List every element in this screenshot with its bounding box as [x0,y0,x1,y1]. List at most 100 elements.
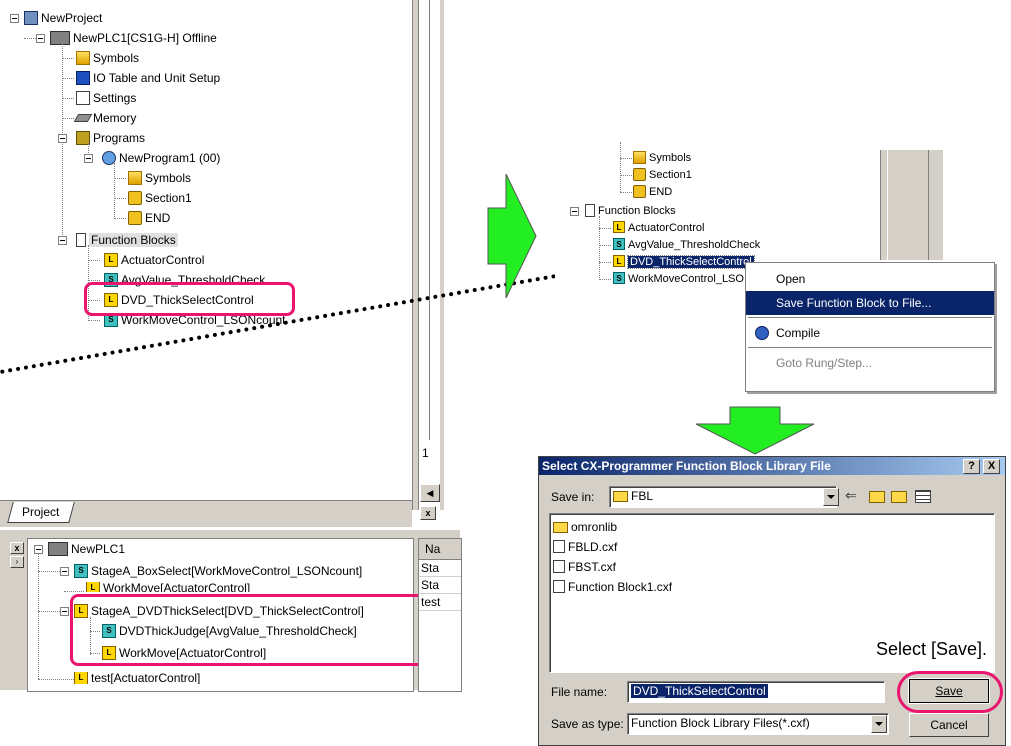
tree-label: Function Blocks [89,233,178,247]
tree-label: NewProject [41,11,103,25]
instance-close-button[interactable]: x [10,542,24,554]
cancel-button[interactable]: Cancel [909,713,989,737]
instance-root[interactable]: NewPLC1 [48,540,125,558]
end-section-icon [633,184,646,198]
end-section-icon [128,210,142,225]
name-cell: test [419,594,461,611]
instance-item[interactable]: Ltest[ActuatorControl] [74,672,200,684]
expander-program1[interactable] [84,154,93,163]
menu-item-open[interactable]: Open [746,267,994,291]
save-as-type-dropdown-arrow[interactable] [871,715,887,733]
symbols-icon [76,50,90,65]
view-menu-icon[interactable] [915,490,931,503]
folder-icon [613,491,628,503]
panel-close-button[interactable]: x [420,506,436,520]
tree-item-symbols[interactable]: Symbols [76,49,139,67]
expander-plc[interactable] [36,34,45,43]
file-name-input[interactable]: DVD_ThickSelectControl [627,681,885,703]
down-arrow-icon [695,406,815,455]
expander-instance-root[interactable] [34,545,43,554]
tree-item-end[interactable]: END [633,183,672,201]
save-in-dropdown-arrow[interactable] [823,488,839,506]
instance-pin-button[interactable]: › [10,556,24,568]
save-in-dropdown[interactable]: FBL [609,486,837,508]
tree-label: NewProgram1 (00) [119,151,221,165]
tree-item-plc[interactable]: NewPLC1[CS1G-H] Offline [50,29,217,47]
tree-item-function-blocks[interactable]: Function Blocks [76,231,178,249]
tree-item-section1[interactable]: Section1 [128,189,192,207]
file-item-fbst[interactable]: FBST.cxf [553,558,616,576]
tree-item-settings[interactable]: Settings [76,89,136,107]
tree-label: Function Blocks [598,205,676,217]
save-as-type-label: Save as type: [551,717,624,731]
dialog-title: Select CX-Programmer Function Block Libr… [539,457,1005,475]
name-cell: Sta [419,577,461,594]
instance-tree-panel: NewPLC1 S StageA_BoxSelect[WorkMoveContro… [27,538,435,692]
rung-number: 1 [422,446,429,460]
tree-label: NewPLC1[CS1G-H] Offline [73,31,217,45]
expander-root[interactable] [10,14,19,23]
tree-label: StageA_BoxSelect[WorkMoveControl_LSONcou… [91,564,363,578]
tree-item-newprogram1[interactable]: NewProgram1 (00) [102,149,220,167]
scroll-left-button[interactable]: ◀ [420,484,440,502]
expander-instance-1[interactable] [60,567,69,576]
column-header-name[interactable]: Na [419,539,461,560]
fb-ladder-icon: L [613,221,625,234]
file-item-fbld[interactable]: FBLD.cxf [553,538,617,556]
tree-item-symbols[interactable]: Symbols [633,149,691,167]
tree-label: WorkMove[ActuatorControl] [103,582,251,592]
tree-item-fb-dvdthickselect[interactable]: L DVD_ThickSelectControl [613,253,755,271]
compile-icon [755,326,769,340]
symbols-icon [633,150,646,164]
fb-st-icon: S [613,238,625,251]
folder-icon [553,522,568,534]
file-item-omronlib[interactable]: omronlib [553,518,617,536]
file-item-function-block1[interactable]: Function Block1.cxf [553,578,672,596]
settings-icon [76,90,90,105]
fb-ladder-icon: L [613,255,625,268]
expander-programs[interactable] [58,134,67,143]
close-button[interactable]: X [983,459,1000,474]
new-folder-icon[interactable] [891,491,907,503]
expander-function-blocks[interactable] [570,207,579,216]
tree-item-newproject[interactable]: NewProject [24,9,102,27]
tree-label: END [145,211,171,225]
save-dialog: Select CX-Programmer Function Block Libr… [538,456,1006,746]
tree-label: Memory [93,111,137,125]
tree-item-prog-symbols[interactable]: Symbols [128,169,191,187]
help-button[interactable]: ? [963,459,980,474]
project-icon [24,10,38,25]
tree-item-fb-avgvalue[interactable]: S AvgValue_ThresholdCheck [613,236,760,254]
tree-item-fb-workmove[interactable]: S WorkMoveControl_LSO [613,270,744,288]
tree-label: Section1 [649,169,692,181]
menu-item-compile[interactable]: Compile [746,321,994,345]
instance-item[interactable]: S StageA_BoxSelect[WorkMoveControl_LSONco… [74,562,362,580]
fb-st-icon: S [74,563,88,578]
expander-function-blocks[interactable] [58,236,67,245]
tree-item-io-table[interactable]: IO Table and Unit Setup [76,69,220,87]
file-icon [553,580,565,594]
menu-item-save-function-block[interactable]: Save Function Block to File... [746,291,994,315]
tree-label: DVD_ThickSelectControl [627,255,755,269]
tree-item-fb-actuatorcontrol[interactable]: L ActuatorControl [613,219,704,237]
back-arrow-icon[interactable]: ⇐ [845,487,857,504]
tree-item-programs[interactable]: Programs [76,129,145,147]
save-as-type-dropdown[interactable]: Function Block Library Files(*.cxf) [627,713,889,735]
tree-item-fb-actuatorcontrol[interactable]: L ActuatorControl [104,251,204,269]
tree-label: Symbols [145,171,192,185]
tree-label: IO Table and Unit Setup [93,71,221,85]
instance-item[interactable]: L WorkMove[ActuatorControl] [86,582,250,592]
tree-label: test[ActuatorControl] [91,672,201,684]
menu-item-goto-rung[interactable]: Goto Rung/Step... [746,351,994,375]
expander-instance-2[interactable] [60,607,69,616]
tree-label: Symbols [93,51,140,65]
up-folder-icon[interactable] [869,491,885,503]
tree-item-end[interactable]: END [128,209,170,227]
highlight-save-button [897,671,1003,713]
tree-item-memory[interactable]: Memory [73,109,137,127]
symbols-icon [128,170,142,185]
editor-gray [440,0,444,510]
plc-icon [50,30,70,45]
tree-item-section1[interactable]: Section1 [633,166,692,184]
file-list[interactable]: omronlib FBLD.cxf FBST.cxf Function Bloc… [549,513,995,673]
